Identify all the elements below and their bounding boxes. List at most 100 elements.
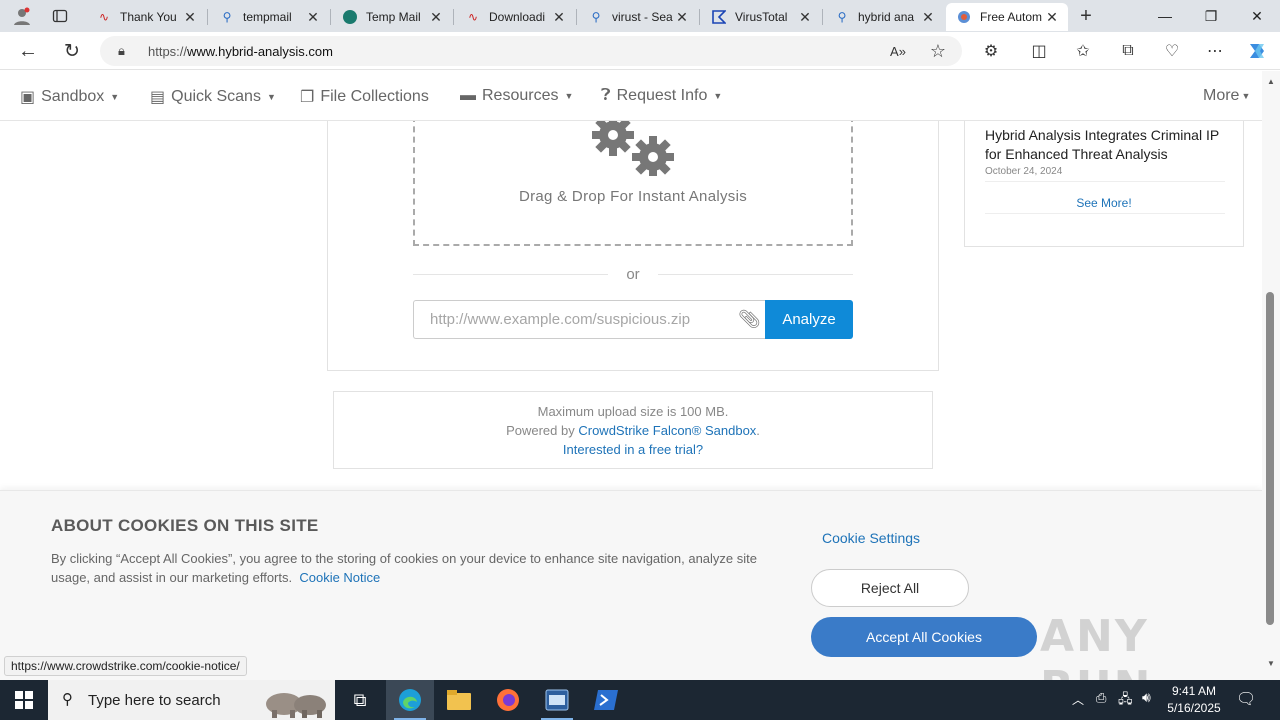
close-icon[interactable]: ✕	[674, 9, 690, 26]
scroll-down-icon[interactable]: ▼	[1267, 659, 1275, 668]
file-explorer-icon[interactable]	[435, 680, 483, 720]
chevron-up-icon[interactable]: ︿	[1072, 691, 1084, 708]
back-icon[interactable]: ←	[14, 37, 42, 65]
upload-info-box: Maximum upload size is 100 MB. Powered b…	[333, 391, 933, 469]
edge-taskbar-icon[interactable]	[386, 680, 434, 720]
taskbar-clock[interactable]: 9:41 AM 5/16/2025	[1150, 683, 1238, 717]
drop-zone[interactable]: Drag & Drop For Instant Analysis	[413, 121, 853, 246]
close-icon[interactable]: ✕	[305, 9, 321, 26]
browser-tab[interactable]: ⚲ virust - Sea ✕	[578, 3, 698, 31]
nav-resources[interactable]: ▬ Resources ▼	[460, 87, 573, 105]
close-icon[interactable]: ✕	[428, 9, 444, 26]
file-icon: ▤	[150, 89, 166, 106]
powershell-icon[interactable]	[582, 680, 630, 720]
analyze-button[interactable]: Analyze	[765, 300, 853, 339]
question-circle-icon: ❓︎	[601, 87, 611, 104]
windows-taskbar: ⚲ Type here to search ⧉ ︿ ⎙ 🖧︎ 🔊︎ 9:41 A…	[0, 680, 1280, 720]
collections-icon[interactable]: ⧉	[1114, 37, 1142, 65]
max-upload-text: Maximum upload size is 100 MB.	[537, 404, 729, 419]
status-bar-url: https://www.crowdstrike.com/cookie-notic…	[4, 656, 247, 676]
url-input[interactable]	[413, 300, 765, 339]
task-view-icon[interactable]: ⧉	[336, 680, 384, 720]
favorite-star-icon[interactable]: ☆	[924, 37, 952, 65]
window-close-icon[interactable]: ✕	[1234, 0, 1280, 32]
site-navbar: ▣ Sandbox ▼ ▤ Quick Scans ▼ ❐ File Colle…	[0, 71, 1262, 121]
browser-tab[interactable]: ∿ Thank You ✕	[86, 3, 206, 31]
caret-down-icon: ▼	[564, 91, 574, 101]
extensions-icon[interactable]: ⚙	[977, 37, 1005, 65]
powered-by-line: Powered by CrowdStrike Falcon® Sandbox.	[506, 423, 760, 438]
paperclip-icon[interactable]: 📎︎	[738, 309, 761, 330]
gears-icon	[592, 121, 674, 176]
minimize-icon[interactable]: —	[1142, 0, 1188, 32]
news-title[interactable]: Hybrid Analysis Integrates Criminal IP f…	[985, 126, 1235, 164]
scrollbar-thumb[interactable]	[1266, 292, 1274, 625]
nav-file-collections[interactable]: ❐ File Collections	[300, 87, 429, 107]
browser-tab-strip: ∿ Thank You ✕ ⚲ tempmail ✕ Temp Mail ✕ ∿…	[0, 0, 1280, 32]
cookie-settings-link[interactable]: Cookie Settings	[822, 530, 920, 546]
copilot-icon[interactable]	[1243, 37, 1271, 65]
or-divider: or	[413, 265, 853, 285]
caret-down-icon: ▼	[110, 92, 120, 102]
see-more-link[interactable]: See More!	[965, 196, 1243, 210]
caret-down-icon: ▼	[1241, 91, 1251, 101]
app-window-icon[interactable]	[533, 680, 581, 720]
read-aloud-icon[interactable]: A»	[884, 37, 912, 65]
folder-icon: ▬	[460, 87, 476, 104]
drop-zone-label: Drag & Drop For Instant Analysis	[518, 188, 748, 205]
cookie-title: ABOUT COOKIES ON THIS SITE	[51, 516, 319, 535]
more-menu-icon[interactable]: ⋯	[1201, 37, 1229, 65]
cookie-banner: ABOUT COOKIES ON THIS SITE By clicking “…	[0, 490, 1262, 713]
accept-all-cookies-button[interactable]: Accept All Cookies	[811, 617, 1037, 657]
close-icon[interactable]: ✕	[797, 9, 813, 26]
browser-toolbar: ← ↻ 🔒︎ https://www.hybrid-analysis.com A…	[0, 32, 1280, 70]
cookie-notice-link[interactable]: Cookie Notice	[299, 570, 380, 585]
hybrid-analysis-icon	[956, 9, 972, 25]
caret-down-icon: ▼	[713, 91, 723, 101]
lock-icon: 🔒︎	[118, 43, 125, 58]
tab-actions-icon[interactable]	[46, 2, 74, 30]
nav-more[interactable]: More ▼	[1203, 87, 1250, 105]
new-tab-icon[interactable]: +	[1072, 2, 1100, 30]
address-bar[interactable]: 🔒︎ https://www.hybrid-analysis.com A» ☆	[100, 36, 962, 66]
split-screen-icon[interactable]: ◫	[1025, 37, 1053, 65]
free-trial-link[interactable]: Interested in a free trial?	[334, 440, 932, 459]
page-scrollbar[interactable]: ▲ ▼	[1262, 71, 1280, 680]
virustotal-icon	[711, 9, 727, 25]
favorites-icon[interactable]: ✩	[1069, 37, 1097, 65]
browser-essentials-icon[interactable]: ♡	[1158, 37, 1186, 65]
close-icon[interactable]: ✕	[182, 9, 198, 26]
red-swoosh-icon: ∿	[467, 10, 479, 24]
news-box: Hybrid Analysis Integrates Criminal IP f…	[964, 121, 1244, 247]
nav-sandbox[interactable]: ▣ Sandbox ▼	[20, 87, 119, 107]
refresh-icon[interactable]: ↻	[58, 37, 86, 65]
close-icon[interactable]: ✕	[551, 9, 567, 26]
restore-icon[interactable]: ❐	[1188, 0, 1234, 32]
meet-now-icon[interactable]: ⎙	[1096, 690, 1106, 706]
firefox-icon[interactable]	[484, 680, 532, 720]
search-icon: ⚲	[837, 10, 847, 24]
browser-tab[interactable]: Temp Mail ✕	[332, 3, 452, 31]
reject-all-button[interactable]: Reject All	[811, 569, 969, 607]
network-icon[interactable]: 🖧︎	[1118, 690, 1133, 712]
close-icon[interactable]: ✕	[1044, 9, 1060, 26]
browser-tab[interactable]: VirusTotal ✕	[701, 3, 821, 31]
profile-icon[interactable]	[8, 2, 36, 30]
crowdstrike-link[interactable]: CrowdStrike Falcon® Sandbox	[578, 423, 756, 438]
scroll-up-icon[interactable]: ▲	[1267, 77, 1275, 86]
notifications-icon[interactable]: 🗨︎	[1236, 689, 1256, 709]
browser-tab[interactable]: ⚲ tempmail ✕	[209, 3, 329, 31]
close-icon[interactable]: ✕	[920, 9, 936, 26]
elephants-icon	[266, 693, 326, 718]
browser-tab-active[interactable]: Free Autom ✕	[946, 3, 1068, 31]
windows-start-icon[interactable]	[0, 680, 48, 720]
search-icon: ⚲	[62, 691, 73, 708]
taskbar-search[interactable]: ⚲ Type here to search	[48, 680, 335, 720]
cookie-text: By clicking “Accept All Cookies”, you ag…	[51, 551, 757, 585]
browser-tab[interactable]: ∿ Downloadi ✕	[455, 3, 575, 31]
caret-down-icon: ▼	[266, 92, 276, 102]
nav-quick-scans[interactable]: ▤ Quick Scans ▼	[150, 87, 276, 107]
url-text[interactable]: https://www.hybrid-analysis.com	[148, 44, 333, 59]
browser-tab[interactable]: ⚲ hybrid ana ✕	[824, 3, 944, 31]
nav-request-info[interactable]: ❓︎ Request Info ▼	[601, 87, 722, 105]
